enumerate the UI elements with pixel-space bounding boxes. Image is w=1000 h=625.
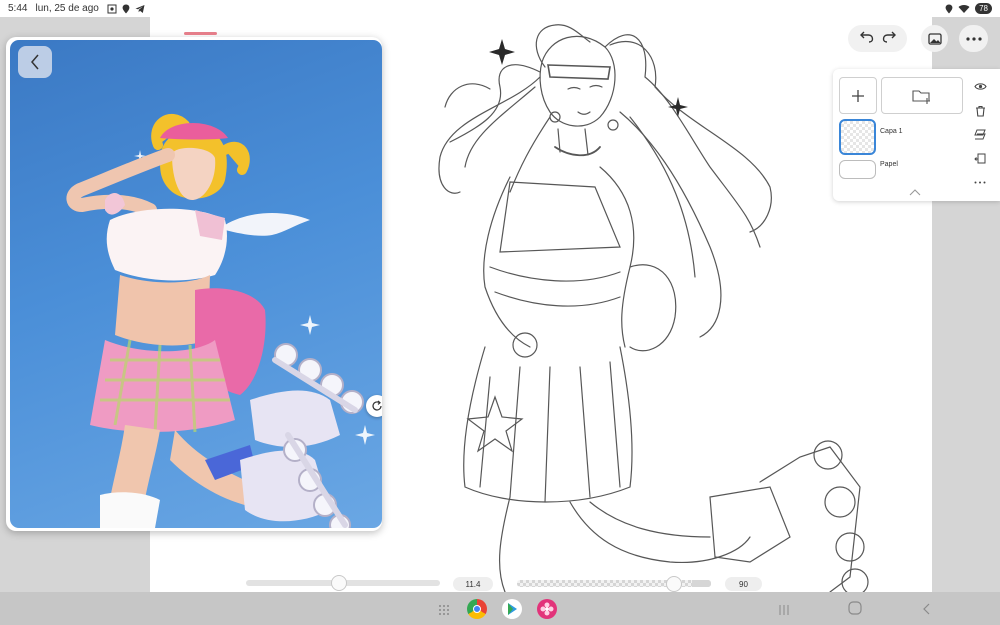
brush-size-slider[interactable] [246, 575, 440, 591]
folder-plus-icon [912, 89, 930, 104]
chevron-left-icon [31, 54, 39, 70]
navigation-bar [0, 592, 1000, 625]
status-time: 5:44 [8, 3, 28, 14]
layer-thumbnail-papel[interactable] [839, 160, 876, 179]
image-icon [927, 32, 942, 45]
recents-icon[interactable] [778, 603, 790, 621]
layers-icon[interactable] [973, 127, 987, 142]
rotate-icon [372, 400, 382, 411]
layer-actions [973, 79, 987, 190]
status-icons [107, 4, 145, 14]
telegram-icon [135, 4, 145, 13]
move-icon[interactable] [973, 151, 987, 166]
chevron-up-icon [909, 189, 921, 196]
status-right: 78 [945, 3, 992, 14]
layer-name[interactable]: Capa 1 [880, 128, 903, 135]
brush-opacity-value: 90 [725, 577, 762, 591]
app-drawer-icon[interactable] [438, 603, 450, 621]
trash-icon[interactable] [973, 103, 987, 118]
location-icon [945, 4, 953, 13]
back-nav-icon[interactable] [922, 602, 930, 620]
gallery-app-icon[interactable] [537, 599, 557, 619]
chrome-icon[interactable] [467, 599, 487, 619]
status-bar: 5:44 lun, 25 de ago 78 [0, 0, 1000, 17]
add-folder-button[interactable] [881, 77, 963, 114]
status-date: lun, 25 de ago [35, 3, 99, 14]
location-icon [122, 4, 130, 13]
rotate-reference-button[interactable] [366, 395, 382, 417]
reference-window[interactable] [6, 32, 382, 531]
slider-thumb[interactable] [665, 576, 682, 592]
slider-thumb[interactable] [331, 575, 348, 591]
home-icon[interactable] [848, 601, 862, 620]
play-store-icon[interactable] [502, 599, 522, 619]
back-button[interactable] [18, 46, 52, 78]
reference-window-handle[interactable] [184, 32, 217, 35]
add-layer-button[interactable] [839, 77, 877, 114]
undo-redo-group [848, 25, 907, 52]
more-menu-button[interactable] [959, 25, 988, 52]
layer-thumbnail-capa-1[interactable] [839, 119, 876, 155]
slider-track-fill [691, 580, 711, 587]
undo-icon[interactable] [859, 30, 874, 48]
layers-panel: Capa 1 Papel [833, 69, 1000, 201]
plus-icon [852, 89, 864, 102]
brush-opacity-slider[interactable] [517, 580, 711, 587]
reference-image [10, 40, 382, 528]
collapse-panel-button[interactable] [909, 183, 921, 201]
brush-size-value: 11.4 [453, 577, 493, 591]
more-icon[interactable] [973, 175, 987, 190]
battery-indicator: 78 [975, 3, 992, 14]
more-icon [965, 36, 982, 41]
gallery-button[interactable] [921, 25, 948, 52]
layer-name[interactable]: Papel [880, 161, 898, 168]
reference-photo [66, 114, 375, 528]
wifi-icon [958, 4, 970, 13]
eye-icon[interactable] [973, 79, 987, 94]
screenshot-icon [107, 4, 117, 13]
redo-icon[interactable] [882, 30, 896, 48]
